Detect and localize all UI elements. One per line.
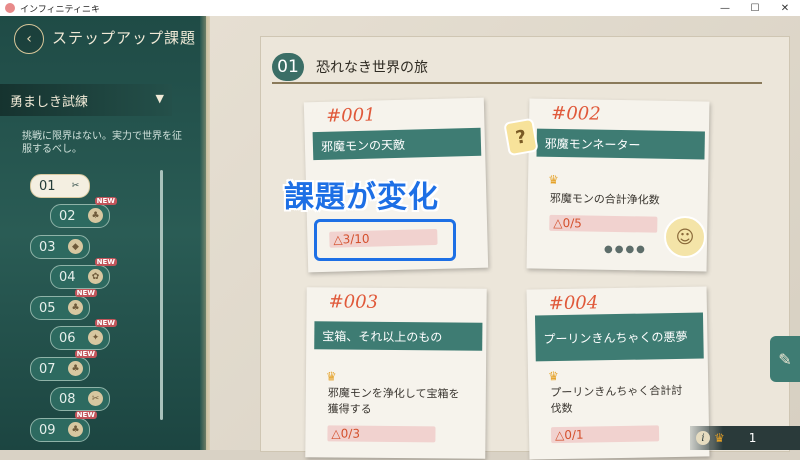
new-badge: NEW — [94, 319, 117, 327]
card-number: #003 — [328, 291, 379, 313]
stage-button-01[interactable]: 01 ✂ — [30, 174, 90, 198]
card-title: 邪魔モンの天敵 — [312, 127, 482, 161]
card-progress: △0/5 — [549, 214, 658, 233]
progress-highlight-box — [314, 219, 456, 261]
stage-reward-icon: ♣ — [68, 422, 83, 437]
section-title: 恐れなき世界の旅 — [316, 60, 428, 76]
card-title: プーリンきんちゃくの悪夢 — [534, 312, 704, 362]
trial-description: 挑戦に限界はない。実力で世界を征服するべし。 — [22, 131, 182, 155]
edit-note-icon: ✎ — [778, 349, 792, 369]
maximize-button[interactable]: ☐ — [740, 0, 770, 16]
stage-number: 04 — [59, 269, 76, 285]
back-arrow-icon: ‹ — [26, 31, 32, 47]
card-number: #004 — [548, 292, 599, 315]
mascot-sticker: ☺ — [664, 216, 706, 258]
new-badge: NEW — [94, 258, 117, 266]
carousel-dots[interactable]: ●●●● — [604, 244, 647, 255]
app-icon — [5, 3, 15, 13]
new-badge: NEW — [74, 289, 97, 297]
stage-button-03[interactable]: 03 ◆ — [30, 235, 90, 259]
section-number: 01 — [272, 53, 304, 81]
stage-number: 06 — [59, 330, 76, 346]
card-number: #001 — [325, 104, 376, 127]
question-mark-icon: ? — [503, 117, 539, 157]
window-titlebar: インフィニティニキ — ☐ ✕ — [0, 0, 800, 17]
reward-counter-bar: i ♛ 1 — [690, 426, 800, 450]
stage-reward-icon: ◆ — [68, 239, 83, 254]
card-title: 邪魔モンネーター — [536, 128, 705, 160]
stage-number: 09 — [39, 422, 56, 438]
stage-reward-icon: ✂ — [71, 180, 80, 191]
stage-number: 01 — [39, 178, 56, 194]
stage-number: 05 — [39, 300, 56, 316]
sidebar — [0, 16, 206, 450]
trial-dropdown-label: 勇ましき試練 — [10, 94, 89, 110]
quest-card-003[interactable]: #003 宝箱、それ以上のもの ♛ 邪魔モンを浄化して宝箱を獲得する △0/3 — [305, 287, 487, 459]
edit-note-button[interactable]: ✎ — [770, 336, 800, 382]
new-badge: NEW — [94, 197, 117, 205]
crown-icon: ♛ — [547, 369, 559, 384]
stage-button-06[interactable]: 06 ✦ NEW — [50, 319, 117, 350]
stage-number: 02 — [59, 208, 76, 224]
stage-button-02[interactable]: 02 ♣ NEW — [50, 197, 117, 228]
stage-list-scrollbar[interactable] — [160, 170, 163, 420]
stage-button-05[interactable]: 05 ♣ NEW — [30, 289, 97, 320]
chevron-down-icon: ▼ — [155, 92, 164, 105]
stage-button-08[interactable]: 08 ✂ — [50, 387, 110, 411]
card-number: #002 — [551, 102, 601, 125]
stage-button-09[interactable]: 09 ♣ NEW — [30, 411, 97, 442]
card-progress: △0/1 — [550, 425, 660, 444]
quest-card-004[interactable]: #004 プーリンきんちゃくの悪夢 ♛ プーリンきんちゃく合計討伐数 △0/1 — [526, 286, 710, 460]
section-header: 01 恐れなき世界の旅 — [272, 52, 762, 84]
stage-number: 03 — [39, 239, 56, 255]
stage-reward-icon: ♣ — [68, 361, 83, 376]
crown-icon: ♛ — [547, 172, 559, 187]
card-task: 邪魔モンの合計浄化数 — [549, 191, 660, 207]
stage-reward-icon: ♣ — [88, 208, 103, 223]
window-title: インフィニティニキ — [20, 4, 101, 15]
back-button[interactable]: ‹ — [14, 24, 44, 54]
crown-icon: ♛ — [325, 369, 337, 384]
stage-number: 07 — [39, 361, 56, 377]
card-task: プーリンきんちゃく合計討伐数 — [550, 383, 683, 416]
page-title: ステップアップ課題 — [52, 29, 197, 47]
stage-number: 08 — [59, 391, 76, 407]
crown-icon: ♛ — [714, 431, 725, 445]
new-badge: NEW — [74, 350, 97, 358]
stage-button-04[interactable]: 04 ✿ NEW — [50, 258, 117, 289]
info-icon[interactable]: i — [696, 431, 710, 445]
stage-reward-icon: ✦ — [88, 330, 103, 345]
stage-reward-icon: ✿ — [88, 269, 103, 284]
card-progress: △0/3 — [327, 425, 436, 443]
card-task: 邪魔モンを浄化して宝箱を獲得する — [327, 386, 460, 416]
minimize-button[interactable]: — — [710, 0, 740, 16]
annotation-caption: 課題が変化 — [284, 180, 439, 215]
stage-reward-icon: ✂ — [88, 391, 103, 406]
crown-count: 1 — [748, 431, 757, 445]
trial-dropdown[interactable]: 勇ましき試練 ▼ — [0, 84, 172, 116]
close-button[interactable]: ✕ — [770, 0, 800, 16]
stage-button-07[interactable]: 07 ♣ NEW — [30, 350, 97, 381]
new-badge: NEW — [74, 411, 97, 419]
card-title: 宝箱、それ以上のもの — [314, 321, 483, 351]
stage-reward-icon: ♣ — [68, 300, 83, 315]
